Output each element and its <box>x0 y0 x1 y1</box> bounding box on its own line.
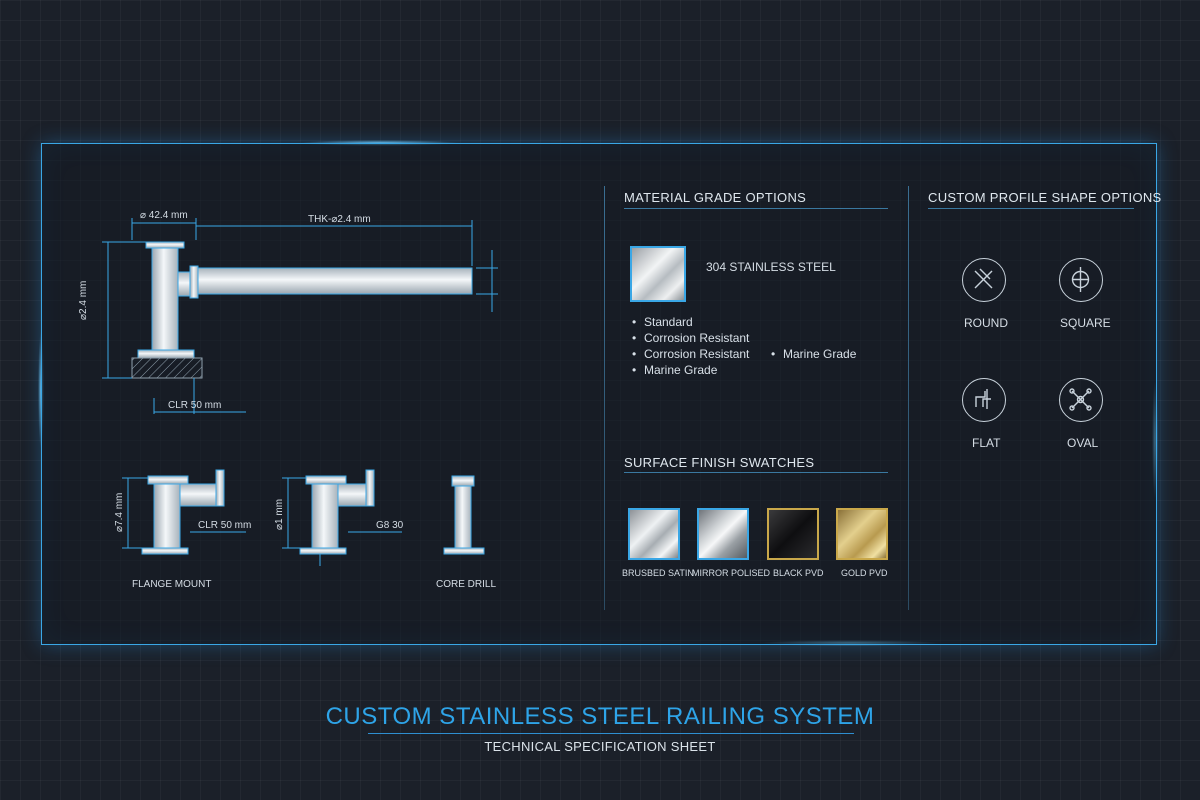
square-profile-icon[interactable] <box>1059 258 1103 302</box>
feature-item: Marine Grade <box>632 362 749 378</box>
core-drill-variant <box>443 475 485 555</box>
dim-diameter-top: ⌀ 42.4 mm <box>140 210 188 221</box>
flat-profile-icon[interactable] <box>962 378 1006 422</box>
profile-label-oval: OVAL <box>1067 436 1099 450</box>
railing-technical-drawing <box>102 218 498 566</box>
feature-item: Corrosion Resistant <box>632 346 749 362</box>
feature-item: Marine Grade <box>771 346 856 362</box>
page-title: CUSTOM STAINLESS STEEL RAILING SYSTEM <box>325 703 875 730</box>
page-subtitle: TECHNICAL SPECIFICATION SHEET <box>484 739 716 754</box>
column-divider-1 <box>604 186 605 610</box>
finish-section-rule <box>624 472 888 473</box>
column-divider-2 <box>908 186 909 610</box>
profile-label-square: SQUARE <box>1060 316 1111 330</box>
profile-label-round: ROUND <box>964 316 1008 330</box>
profile-section-title: CUSTOM PROFILE SHAPE OPTIONS <box>928 190 1162 205</box>
material-features-list-2: Marine Grade <box>771 346 856 362</box>
black-pvd-swatch[interactable] <box>767 508 819 560</box>
feature-item: Corrosion Resistant <box>632 330 749 346</box>
gold-pvd-swatch[interactable] <box>836 508 888 560</box>
finish-section-title: SURFACE FINISH SWATCHES <box>624 455 815 470</box>
material-section-rule <box>624 208 888 209</box>
dim-clearance: CLR 50 mm <box>168 400 222 411</box>
variant1-dim: CLR 50 mm <box>198 520 252 531</box>
profile-section-rule <box>928 208 1134 209</box>
finish-label: MIRROR POLISED <box>692 568 771 578</box>
title-underline <box>368 733 854 734</box>
profile-label-flat: FLAT <box>972 436 1001 450</box>
variant3-caption: CORE DRILL <box>436 579 497 590</box>
feature-item: Standard <box>632 314 749 330</box>
flange-mount-variant <box>122 469 246 555</box>
brushed-satin-swatch[interactable] <box>628 508 680 560</box>
dim-height: ⌀2.4 mm <box>78 280 89 320</box>
material-grade-label: 304 STAINLESS STEEL <box>706 260 836 274</box>
dim-thickness: THK-⌀2.4 mm <box>308 214 371 225</box>
variant2-dim-height: ⌀1 mm <box>274 498 285 530</box>
main-railing-assembly <box>131 241 473 379</box>
round-profile-icon[interactable] <box>962 258 1006 302</box>
finish-label: BLACK PVD <box>773 568 824 578</box>
material-section-title: MATERIAL GRADE OPTIONS <box>624 190 807 205</box>
variant1-caption: FLANGE MOUNT <box>132 579 212 590</box>
finish-label: BRUSBED SATIN <box>622 568 694 578</box>
side-mount-variant <box>282 469 402 566</box>
material-features-list: Standard Corrosion Resistant Corrosion R… <box>632 314 749 378</box>
stainless-304-swatch[interactable] <box>630 246 686 302</box>
variant2-dim: G8 30 <box>376 520 404 531</box>
variant1-dim-height: ⌀7.4 mm <box>114 492 125 532</box>
oval-profile-icon[interactable] <box>1059 378 1103 422</box>
finish-label: GOLD PVD <box>841 568 888 578</box>
mirror-polished-swatch[interactable] <box>697 508 749 560</box>
